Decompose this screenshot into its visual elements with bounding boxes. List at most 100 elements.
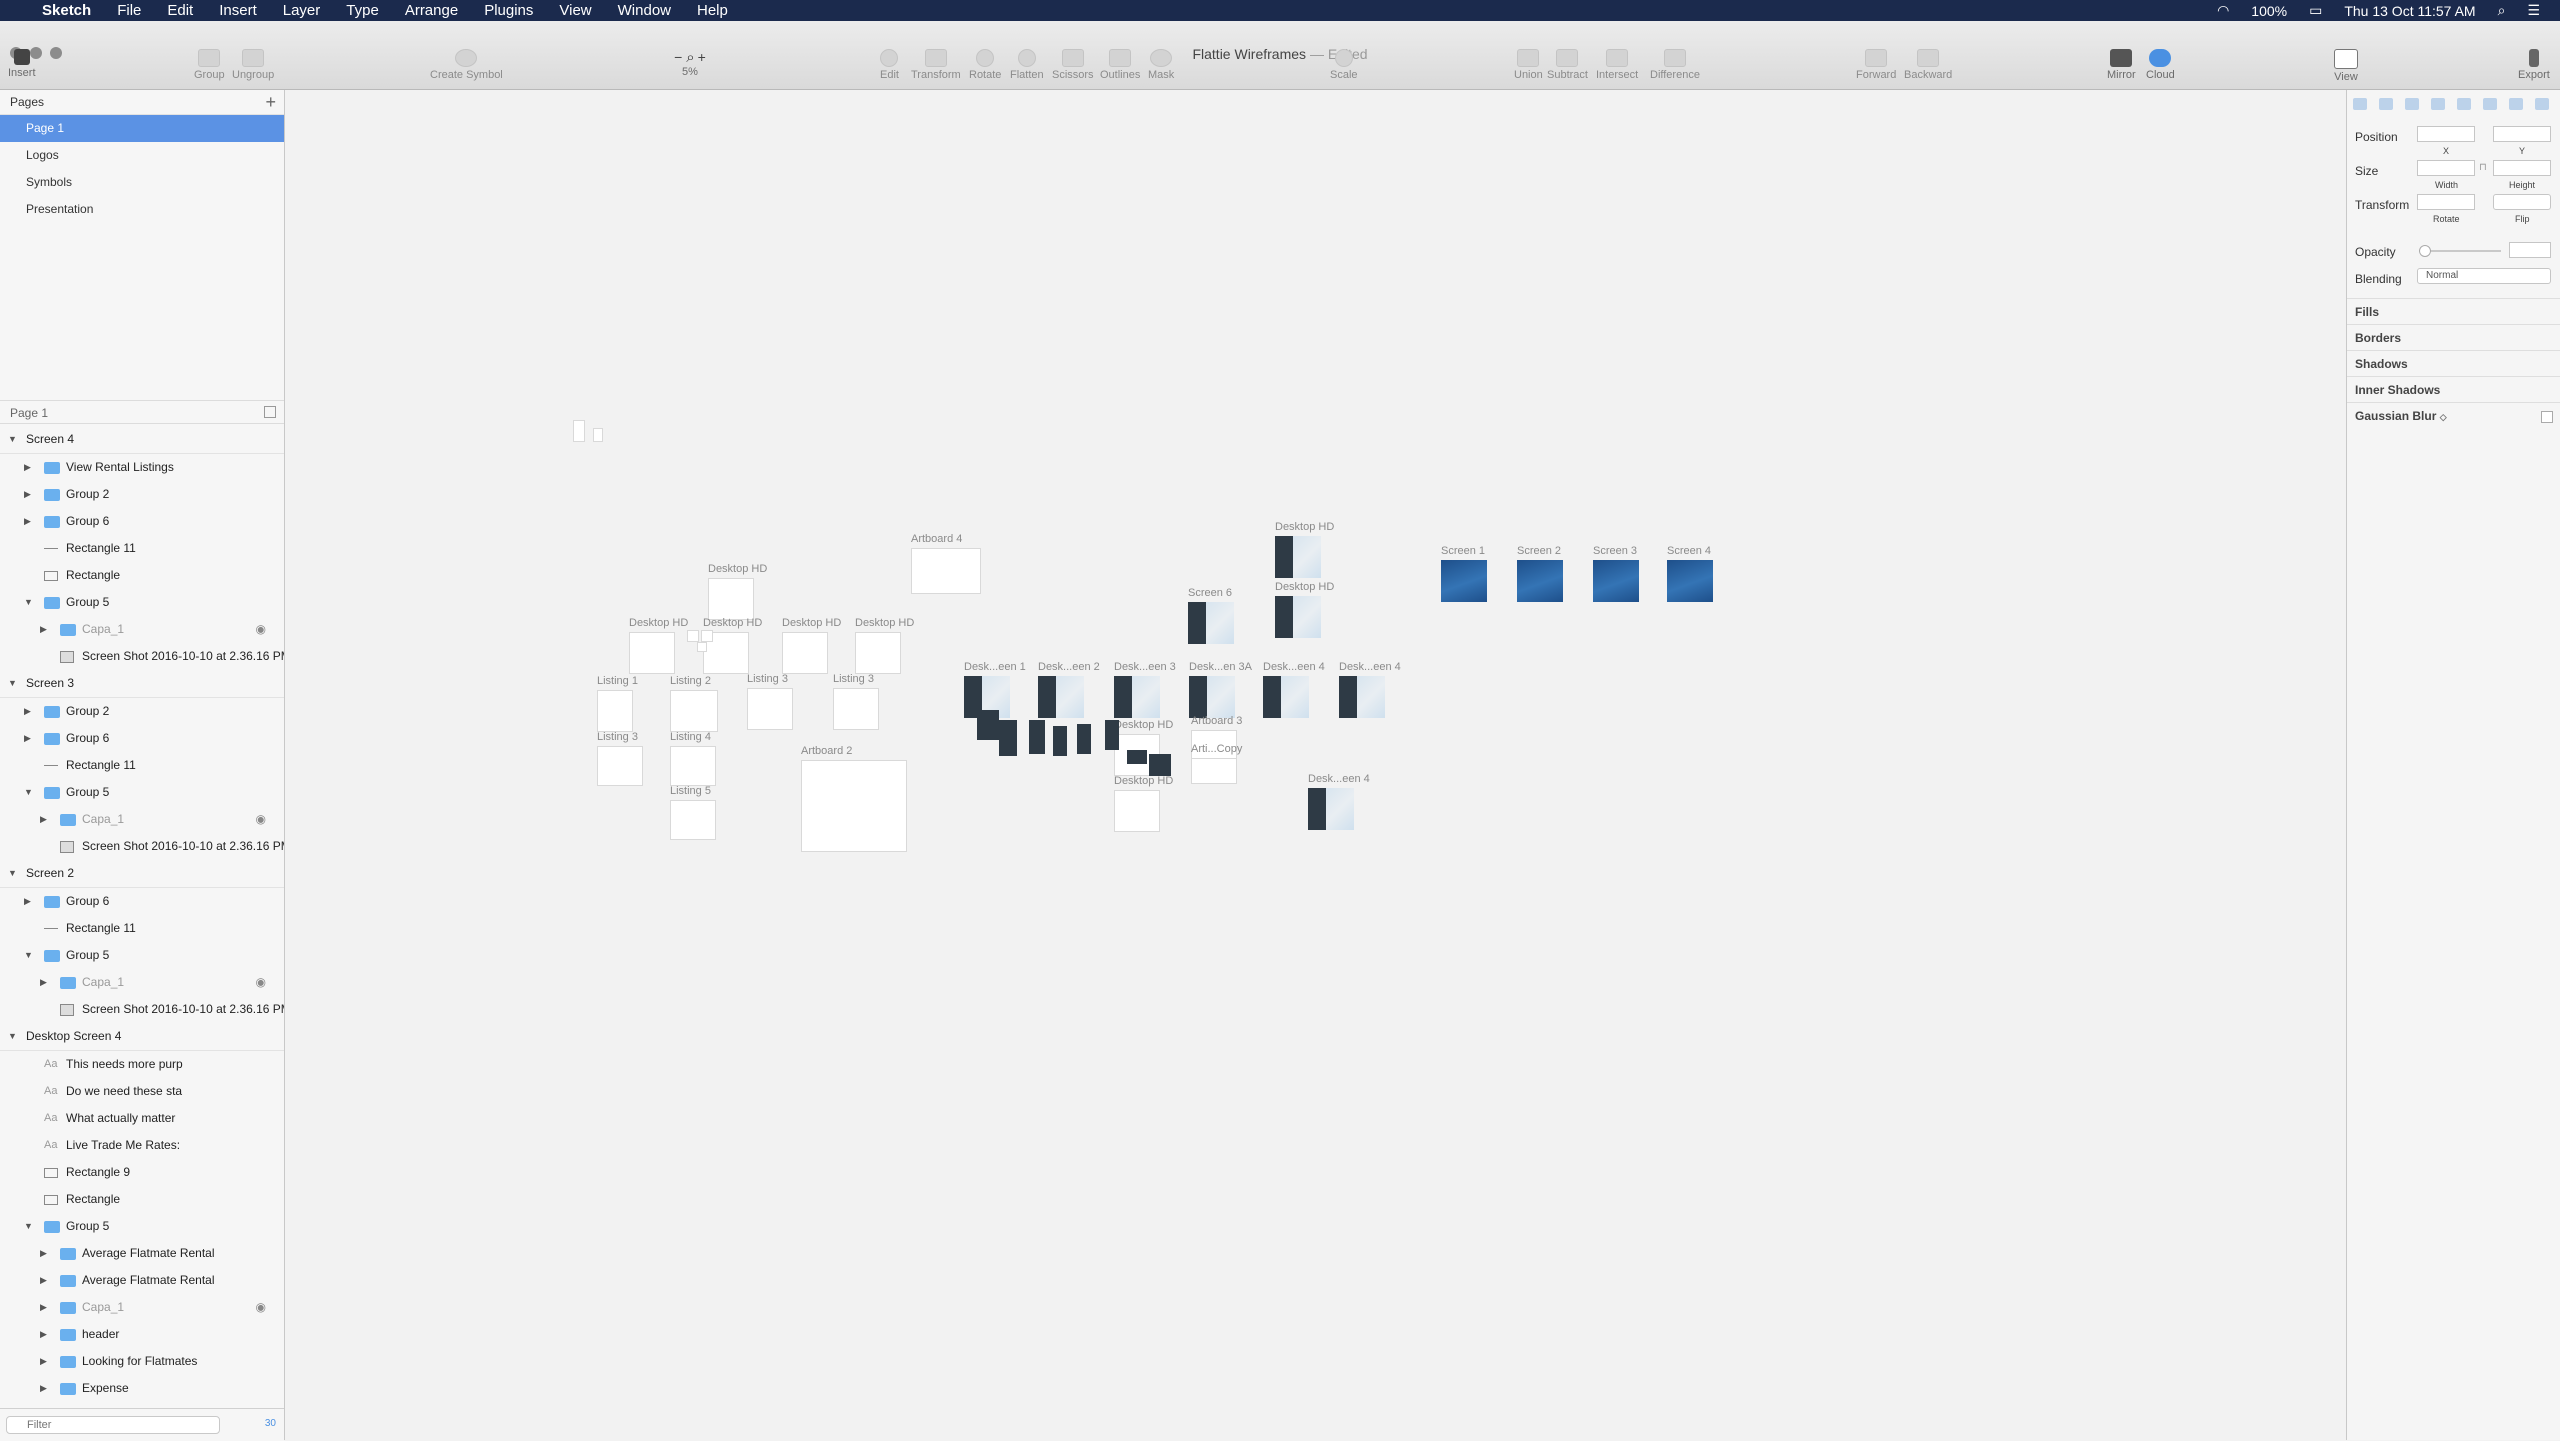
layer-row-artboard[interactable]: ▼ Desktop Screen 4 (0, 1023, 284, 1051)
disclosure-expanded-icon[interactable]: ▼ (8, 426, 18, 453)
artboard-title[interactable]: Desktop HD (782, 617, 841, 629)
layer-row[interactable]: Rectangle 9 (0, 1159, 284, 1186)
layer-row[interactable]: ▼ Group 5 (0, 779, 284, 806)
artboard[interactable]: Listing 3 (833, 673, 879, 730)
group-button[interactable]: Group (194, 49, 225, 81)
ungroup-button[interactable]: Ungroup (232, 49, 274, 81)
outlines-button[interactable]: Outlines (1100, 49, 1140, 81)
disclosure-collapsed-icon[interactable]: ▶ (40, 806, 50, 833)
layer-row[interactable]: ▶ View Rental Listings (0, 454, 284, 481)
flip-buttons[interactable] (2493, 194, 2551, 210)
align-top-icon[interactable] (2483, 98, 2497, 110)
canvas-layer[interactable] (1029, 720, 1045, 754)
artboard-title[interactable]: Artboard 2 (801, 745, 852, 757)
cloud-button[interactable]: Cloud (2146, 49, 2175, 81)
union-button[interactable]: Union (1514, 49, 1543, 81)
clock[interactable]: Thu 13 Oct 11:57 AM (2344, 3, 2475, 19)
opacity-slider[interactable] (2419, 250, 2501, 252)
export-count[interactable]: 30 (265, 1418, 276, 1429)
canvas-layer[interactable] (977, 710, 999, 740)
layer-row[interactable]: Screen Shot 2016-10-10 at 2.36.16 PM (0, 643, 284, 670)
layer-row[interactable]: Aa Do we need these sta (0, 1078, 284, 1105)
artboard[interactable]: Arti...Copy (1191, 743, 1242, 784)
artboard-title[interactable]: Desktop HD (629, 617, 688, 629)
menu-arrange[interactable]: Arrange (405, 2, 458, 19)
artboard-title[interactable]: Desk...een 2 (1038, 661, 1100, 673)
height-field[interactable] (2493, 160, 2551, 176)
layer-row[interactable]: Rectangle 11 (0, 915, 284, 942)
artboard-title[interactable]: Screen 4 (1667, 545, 1711, 557)
disclosure-expanded-icon[interactable]: ▼ (24, 779, 34, 806)
scale-button[interactable]: Scale (1330, 49, 1358, 81)
artboard-title[interactable]: Desktop HD (1275, 581, 1334, 593)
disclosure-collapsed-icon[interactable]: ▶ (24, 698, 34, 725)
layer-row[interactable]: Screen Shot 2016-10-10 at 2.36.16 PM (0, 833, 284, 860)
rotate-button[interactable]: Rotate (969, 49, 1001, 81)
layer-row[interactable]: ▶ Group 6 (0, 508, 284, 535)
page-item-page-1[interactable]: Page 1 (0, 115, 284, 142)
layer-row[interactable]: ▶ Expense (0, 1375, 284, 1401)
artboard-title[interactable]: Desk...een 4 (1263, 661, 1325, 673)
canvas-layer[interactable] (1053, 726, 1067, 756)
layer-row[interactable]: ▶ Group 6 (0, 888, 284, 915)
lock-icon[interactable]: ⊓ (2479, 162, 2487, 173)
layer-row[interactable]: Rectangle (0, 1186, 284, 1213)
distribute-horizontal-icon[interactable] (2379, 98, 2393, 110)
artboard-title[interactable]: Listing 3 (833, 673, 874, 685)
canvas-layer[interactable] (1077, 724, 1091, 754)
artboard-title[interactable]: Listing 3 (597, 731, 638, 743)
insert-button[interactable]: Insert (8, 49, 36, 79)
scissors-button[interactable]: Scissors (1052, 49, 1094, 81)
artboard[interactable]: Listing 3 (747, 673, 793, 730)
blending-select[interactable]: Normal (2417, 268, 2551, 284)
artboard-title[interactable]: Desktop HD (703, 617, 762, 629)
layer-row[interactable]: Rectangle 11 (0, 752, 284, 779)
zoom-control[interactable]: − ⌕ + 5% (660, 49, 720, 78)
artboard-title[interactable]: Screen 1 (1441, 545, 1485, 557)
layer-row[interactable]: ▶ header (0, 1321, 284, 1348)
zoom-in-button[interactable]: + (698, 49, 706, 65)
disclosure-collapsed-icon[interactable]: ▶ (24, 725, 34, 752)
align-vertical-icon[interactable] (2509, 98, 2523, 110)
disclosure-collapsed-icon[interactable]: ▶ (40, 1348, 50, 1375)
align-right-icon[interactable] (2457, 98, 2471, 110)
menu-insert[interactable]: Insert (219, 2, 257, 19)
layer-row-artboard[interactable]: ▼ Screen 2 (0, 860, 284, 888)
canvas-layer[interactable] (999, 720, 1017, 756)
artboard[interactable]: Screen 3 (1593, 545, 1639, 602)
forward-button[interactable]: Forward (1856, 49, 1896, 81)
layer-row[interactable]: Rectangle (0, 562, 284, 589)
layer-row[interactable]: Aa Live Trade Me Rates: (0, 1132, 284, 1159)
opacity-slider-knob[interactable] (2419, 245, 2431, 257)
artboard[interactable]: Artboard 2 (801, 745, 907, 852)
align-bottom-icon[interactable] (2535, 98, 2549, 110)
artboard[interactable]: Listing 1 (597, 675, 638, 732)
flag-icon[interactable]: ▭ (2309, 2, 2322, 19)
add-page-button[interactable]: + (265, 90, 276, 114)
align-center-icon[interactable] (2405, 98, 2419, 110)
artboard[interactable]: Screen 4 (1667, 545, 1713, 602)
visibility-eye-icon[interactable]: ◉ (256, 616, 266, 643)
artboard-title[interactable]: Listing 1 (597, 675, 638, 687)
page-item-symbols[interactable]: Symbols (0, 169, 284, 196)
artboard-title[interactable]: Screen 3 (1593, 545, 1637, 557)
disclosure-collapsed-icon[interactable]: ▶ (24, 888, 34, 915)
artboard-title[interactable]: Desk...een 3 (1114, 661, 1176, 673)
artboard[interactable]: Desktop HD (629, 617, 688, 674)
artboard-title[interactable]: Desktop HD (1114, 775, 1173, 787)
blur-type-chevron-icon[interactable]: ◇ (2440, 412, 2447, 422)
artboard[interactable]: Desk...een 4 (1308, 773, 1370, 830)
artboard-title[interactable]: Desk...een 1 (964, 661, 1026, 673)
disclosure-collapsed-icon[interactable]: ▶ (40, 1375, 50, 1401)
artboard[interactable]: Screen 6 (1188, 587, 1234, 644)
artboard-title[interactable]: Desktop HD (708, 563, 767, 575)
visibility-eye-icon[interactable]: ◉ (256, 1294, 266, 1321)
layer-row[interactable]: ▼ Group 5 (0, 1213, 284, 1240)
menu-help[interactable]: Help (697, 2, 728, 19)
align-middle-icon[interactable] (2431, 98, 2445, 110)
layer-row[interactable]: ▶ Capa_1 ◉ (0, 806, 284, 833)
artboard-title[interactable]: Artboard 3 (1191, 715, 1242, 727)
inner-shadows-section[interactable]: Inner Shadows (2347, 376, 2560, 402)
artboard[interactable]: Desktop HD (782, 617, 841, 674)
artboard[interactable]: Screen 2 (1517, 545, 1563, 602)
